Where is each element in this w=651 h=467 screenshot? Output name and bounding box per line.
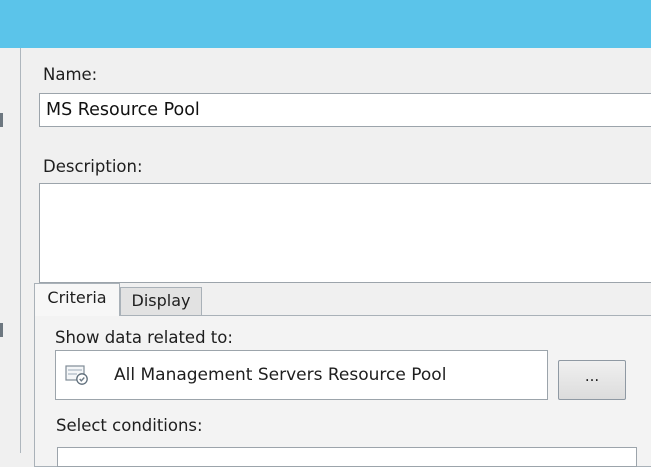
name-input[interactable] [39,93,651,127]
conditions-list[interactable] [57,447,637,467]
description-label: Description: [43,157,143,176]
tab-criteria[interactable]: Criteria [34,283,120,316]
name-label: Name: [43,65,98,84]
browse-button[interactable]: ... [558,360,626,400]
left-window-frame [0,48,21,453]
select-conditions-label: Select conditions: [56,416,203,435]
description-input[interactable] [39,183,651,283]
resource-pool-icon [65,365,88,385]
target-field[interactable]: All Management Servers Resource Pool [55,350,548,400]
frame-marker [0,113,3,127]
show-data-label: Show data related to: [55,328,233,347]
tab-display[interactable]: Display [120,287,202,315]
target-value: All Management Servers Resource Pool [114,365,447,385]
window-titlebar [0,0,651,48]
frame-marker [0,323,3,337]
